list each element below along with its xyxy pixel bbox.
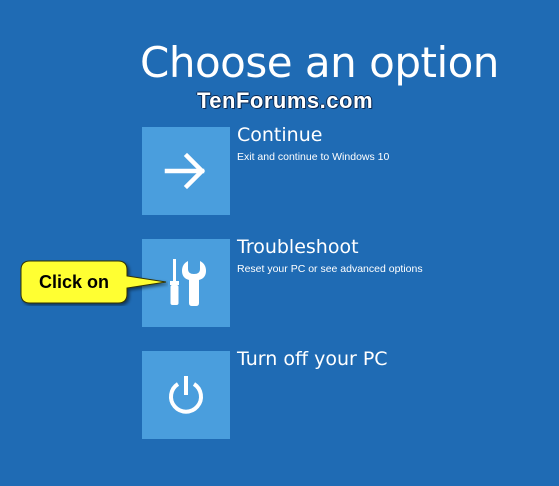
option-continue[interactable]: Continue Exit and continue to Windows 10: [142, 124, 522, 215]
troubleshoot-title[interactable]: Troubleshoot: [237, 235, 359, 259]
option-troubleshoot[interactable]: Troubleshoot Reset your PC or see advanc…: [142, 236, 522, 327]
turn-off-tile[interactable]: [142, 351, 230, 439]
arrow-right-icon: [164, 152, 206, 190]
option-turn-off[interactable]: Turn off your PC: [142, 348, 522, 439]
continue-description: Exit and continue to Windows 10: [237, 151, 390, 163]
continue-title[interactable]: Continue: [237, 123, 322, 147]
callout-text: Click on: [38, 271, 109, 292]
page-title: Choose an option: [140, 38, 499, 87]
continue-tile[interactable]: [142, 127, 230, 215]
watermark: TenForums.com: [197, 88, 374, 113]
power-icon: [169, 376, 203, 414]
troubleshoot-description: Reset your PC or see advanced options: [237, 263, 423, 275]
click-on-callout: Click on: [20, 260, 168, 306]
tools-icon: [170, 259, 206, 306]
turn-off-title[interactable]: Turn off your PC: [237, 347, 388, 371]
